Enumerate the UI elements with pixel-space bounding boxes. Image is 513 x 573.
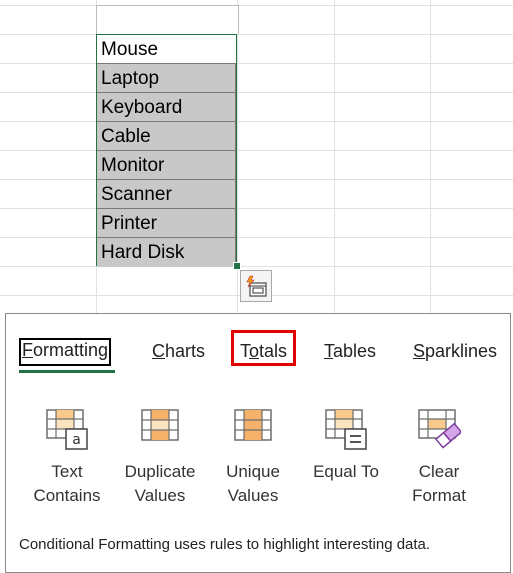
option-label: Unique <box>226 462 280 481</box>
option-label: Format <box>412 486 466 505</box>
option-label: Values <box>227 486 279 505</box>
option-text-contains[interactable]: a Text Contains <box>20 408 114 508</box>
cell[interactable]: Laptop <box>97 64 236 93</box>
unique-values-icon <box>234 409 272 441</box>
grid-line <box>0 237 513 238</box>
cell[interactable]: Mouse <box>97 35 236 64</box>
grid-line <box>0 121 513 122</box>
grid-line <box>0 208 513 209</box>
option-label: Text <box>51 462 83 481</box>
tab-sparklines[interactable]: Sparklines <box>413 339 497 363</box>
selected-range[interactable]: Mouse Laptop Keyboard Cable Monitor Scan… <box>96 34 237 267</box>
option-label: Duplicate <box>124 462 196 481</box>
grid-line <box>0 266 513 267</box>
option-unique-values[interactable]: Unique Values <box>206 408 300 508</box>
option-duplicate-values[interactable]: Duplicate Values <box>113 408 207 508</box>
grid-line <box>0 5 513 6</box>
svg-text:a: a <box>72 432 81 448</box>
fill-handle[interactable] <box>233 262 241 270</box>
grid-line <box>0 92 513 93</box>
cell[interactable]: Hard Disk <box>97 238 236 267</box>
cell[interactable]: Cable <box>97 122 236 151</box>
grid-line <box>0 150 513 151</box>
cell[interactable]: Monitor <box>97 151 236 180</box>
grid-line <box>0 63 513 64</box>
panel-description: Conditional Formatting uses rules to hig… <box>19 536 431 553</box>
option-clear-format[interactable]: Clear Format <box>392 408 486 508</box>
option-label: Clear <box>418 462 460 481</box>
active-tab-indicator <box>19 370 115 373</box>
grid-line <box>0 34 513 35</box>
cell[interactable]: Scanner <box>97 180 236 209</box>
quick-analysis-panel: Formatting Charts Totals Tables Sparklin… <box>5 313 511 573</box>
cell[interactable]: Keyboard <box>97 93 236 122</box>
option-label: Equal To <box>313 462 379 481</box>
tab-charts[interactable]: Charts <box>152 339 205 363</box>
option-label: Contains <box>33 486 101 505</box>
tab-formatting[interactable]: Formatting <box>19 338 112 366</box>
grid-line <box>0 179 513 180</box>
tab-tables[interactable]: Tables <box>324 339 376 363</box>
quick-analysis-button[interactable] <box>240 270 272 302</box>
tab-totals[interactable]: Totals <box>240 339 287 363</box>
empty-cell[interactable] <box>96 5 239 34</box>
cell[interactable]: Printer <box>97 209 236 238</box>
option-label: Values <box>134 486 186 505</box>
option-equal-to[interactable]: Equal To <box>299 408 393 484</box>
duplicate-values-icon <box>141 409 179 441</box>
equal-to-icon <box>325 409 367 450</box>
clear-format-icon <box>418 409 461 449</box>
text-contains-icon: a <box>46 409 88 450</box>
quick-analysis-icon <box>246 275 267 297</box>
